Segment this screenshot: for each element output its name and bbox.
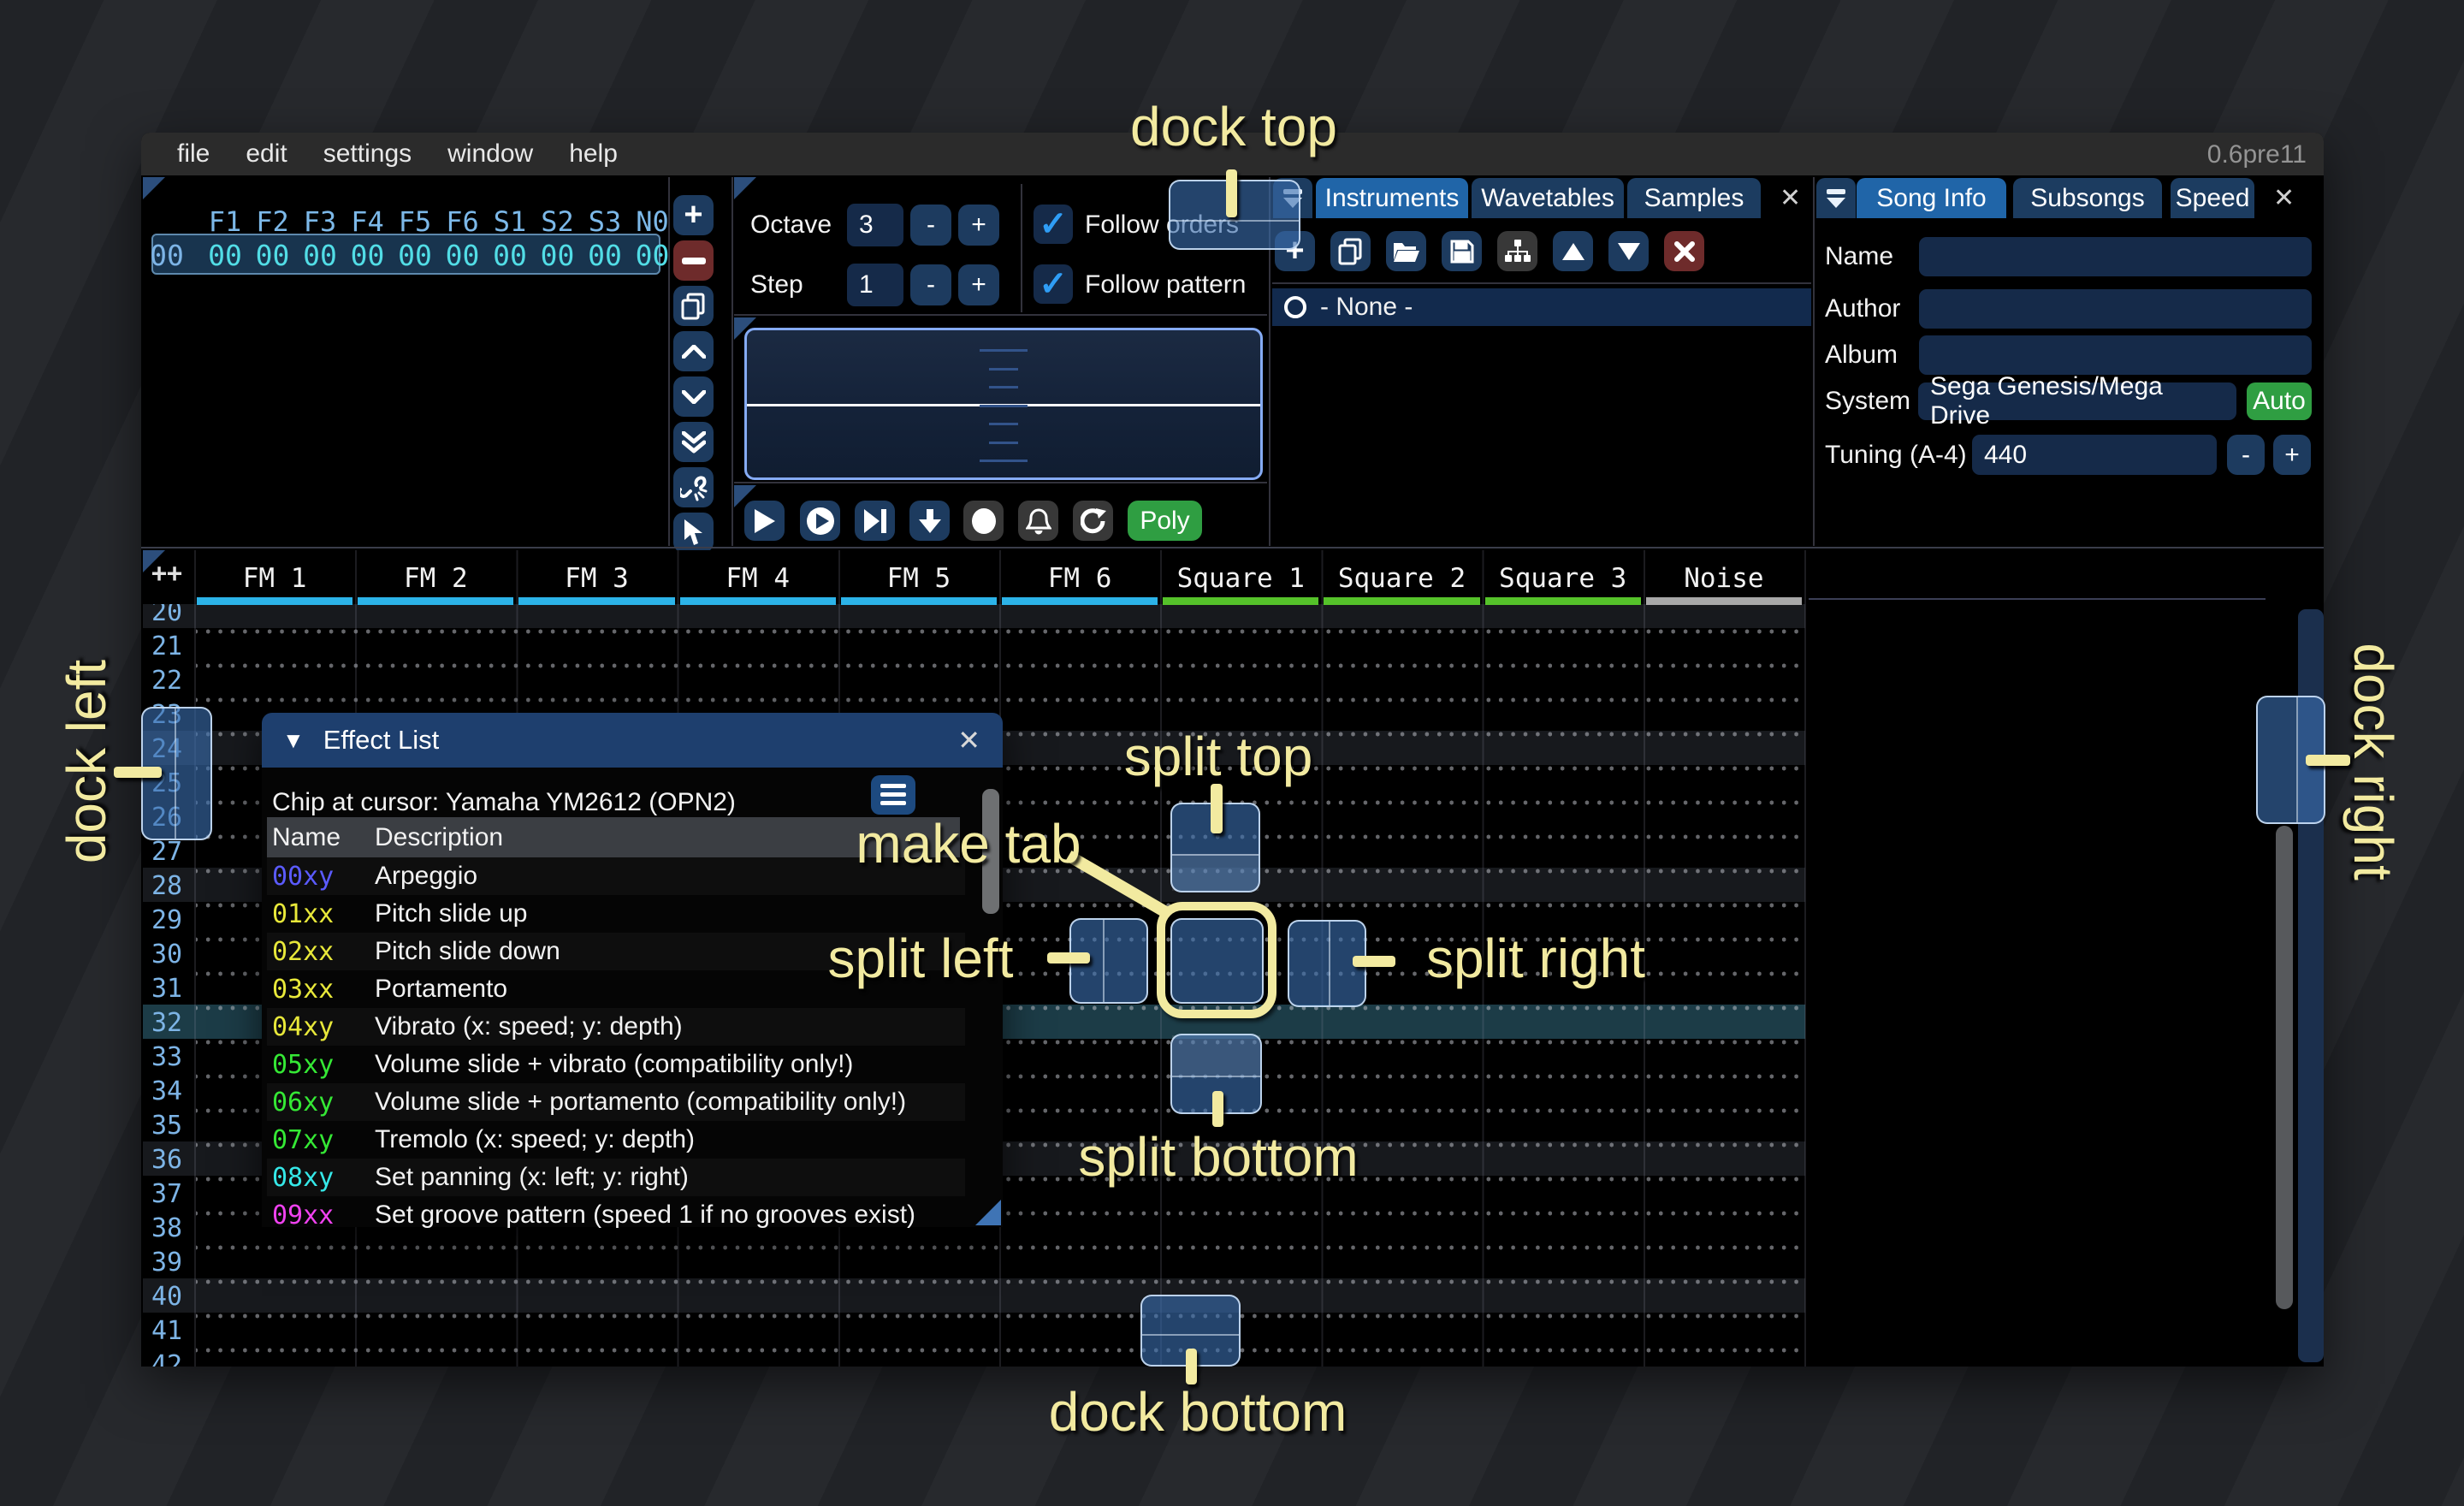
annotation-split-bottom: split bottom (1078, 1125, 1358, 1189)
annotation-split-left: split left (828, 927, 1014, 990)
annotation-make-tab: make tab (856, 812, 1081, 875)
annotation-pointer-dock-right (2306, 755, 2350, 766)
annotation-dock-top: dock top (1130, 95, 1337, 158)
annotation-split-top: split top (1124, 725, 1313, 788)
annotation-pointer-dock-top (1226, 169, 1237, 217)
annotation-pointer-split-bottom (1212, 1091, 1223, 1127)
annotation-dock-left: dock left (55, 660, 118, 863)
annotation-pointer-dock-bottom (1186, 1349, 1197, 1384)
annotation-pointer-split-right (1353, 956, 1395, 967)
annotation-pointer-split-top (1211, 784, 1223, 833)
annotation-dock-bottom: dock bottom (1049, 1380, 1348, 1444)
annotation-pointer-dock-left (114, 767, 162, 778)
annotation-split-right: split right (1426, 927, 1645, 990)
annotation-pointer-split-left (1047, 952, 1090, 963)
annotation-dock-right: dock right (2342, 643, 2405, 880)
